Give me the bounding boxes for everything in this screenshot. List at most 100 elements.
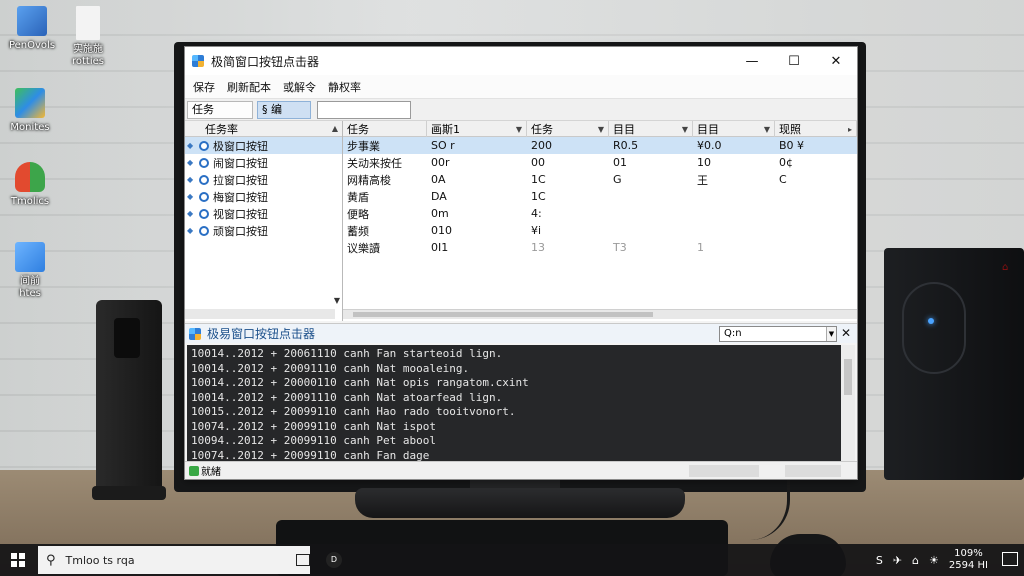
table-row[interactable]: 黄盾 DA 1C: [343, 188, 857, 205]
log-line: 10014..2012 + 20091110 canh Nat atoarfea…: [191, 390, 503, 404]
table-row[interactable]: 蓄频 010 ¥i: [343, 222, 857, 239]
log-panel-header: 极易窗口按钮点击器 Q:n ▼ ✕: [185, 323, 857, 343]
table-row[interactable]: 步事業 SO r 200 R0.5 ¥0.0 B0 ¥: [343, 137, 857, 154]
tree-item[interactable]: ◆ 梅窗口按钮: [185, 188, 342, 205]
horizontal-scrollbar[interactable]: [185, 309, 335, 319]
table-cell: [693, 222, 775, 239]
vertical-scrollbar[interactable]: [841, 345, 855, 461]
tree-item[interactable]: ◆ 顽窗口按钮: [185, 222, 342, 239]
log-line: 10074..2012 + 20099110 canh Nat ispot: [191, 419, 437, 433]
table-cell: 0¢: [779, 156, 793, 169]
menu-item[interactable]: 或解令: [281, 79, 326, 95]
table-cell: 0I1: [431, 241, 449, 254]
close-button[interactable]: ✕: [815, 47, 857, 75]
table-cell: 关动来按任: [347, 156, 402, 170]
task-view-icon[interactable]: [296, 554, 310, 566]
clock-line: 109%: [954, 548, 983, 559]
dropdown-icon[interactable]: ▼: [516, 125, 522, 134]
expand-arrow-icon[interactable]: ◆: [187, 158, 197, 167]
menu-item[interactable]: 刷新配本: [225, 79, 281, 95]
toolbar: 任务 § 编: [185, 99, 857, 121]
title-bar[interactable]: 极简窗口按钮点击器 — ☐ ✕: [185, 47, 857, 75]
log-search-input[interactable]: Q:n ▼: [719, 326, 837, 342]
dropdown-icon[interactable]: ▼: [682, 125, 688, 134]
clock[interactable]: 109% 2594 HI: [949, 548, 988, 572]
radio-icon: [199, 140, 209, 151]
desktop-icon[interactable]: Tmolics: [0, 162, 60, 208]
tray-icon[interactable]: S: [876, 554, 883, 567]
table-cell: SO r: [431, 139, 455, 152]
expand-arrow-icon[interactable]: ◆: [187, 209, 197, 218]
desktop-icon[interactable]: PenOvols: [2, 6, 62, 52]
desktop-icon-label: Tmolics: [10, 196, 50, 207]
dropdown-icon[interactable]: ▼: [826, 327, 836, 341]
column-header[interactable]: 任务: [343, 121, 427, 137]
column-header[interactable]: 现照 ▸: [775, 121, 857, 137]
column-header[interactable]: 任务 ▼: [527, 121, 609, 137]
tree-item-label: 梅窗口按钮: [213, 190, 268, 204]
desktop-icon[interactable]: 间前 htes: [0, 242, 60, 300]
expand-arrow-icon[interactable]: ◆: [187, 175, 197, 184]
column-header[interactable]: 目目 ▼: [609, 121, 693, 137]
log-line: 10094..2012 + 20099110 canh Pet abool: [191, 434, 437, 447]
start-button[interactable]: [0, 544, 36, 576]
horizontal-scrollbar[interactable]: [343, 309, 857, 319]
table-cell: 1C: [531, 190, 546, 203]
tree-item[interactable]: ◆ 拉窗口按钮: [185, 171, 342, 188]
scrollbar-thumb[interactable]: [353, 312, 653, 317]
column-header[interactable]: 目目 ▼: [693, 121, 775, 137]
table-row[interactable]: 便略 0m 4:: [343, 205, 857, 222]
expand-arrow-icon[interactable]: ◆: [187, 141, 197, 150]
search-text: Tmloo ts rqa: [65, 553, 135, 567]
table-row[interactable]: 网精高梭 0A 1C G 王 C: [343, 171, 857, 188]
desktop-icon[interactable]: 实施施 rotties: [58, 6, 118, 68]
scrollbar-thumb[interactable]: [844, 359, 852, 395]
dropdown-icon[interactable]: ▼: [764, 125, 770, 134]
grid-header: 任务 画斯1 ▼ 任务 ▼ 目目 ▼ 目目 ▼ 现照 ▸: [343, 121, 857, 137]
table-cell: 王: [697, 173, 708, 187]
app-logo-icon: [189, 327, 201, 340]
menu-item[interactable]: 静权率: [326, 79, 371, 95]
desktop-icon[interactable]: Monites: [0, 88, 60, 134]
column-header-label: 目目: [697, 123, 719, 136]
brightness-icon[interactable]: ☀: [929, 554, 939, 567]
network-icon[interactable]: ⌂: [912, 554, 919, 567]
sort-icon[interactable]: ▸: [848, 125, 852, 134]
expand-arrow-icon[interactable]: ◆: [187, 192, 197, 201]
minimize-button[interactable]: —: [731, 47, 773, 75]
tree-item-label: 拉窗口按钮: [213, 173, 268, 187]
notification-icon[interactable]: [1002, 552, 1018, 566]
tree-header[interactable]: 任务率 ▲: [185, 121, 342, 137]
table-cell: 蓄频: [347, 224, 369, 238]
expand-arrow-icon[interactable]: ◆: [187, 226, 197, 235]
tab-edit[interactable]: § 编: [257, 100, 311, 119]
table-cell: 4:: [531, 207, 542, 220]
windows-logo-icon: [11, 553, 25, 567]
table-row[interactable]: 关动来按任 00r 00 01 10 0¢: [343, 154, 857, 171]
maximize-button[interactable]: ☐: [773, 47, 815, 75]
menu-item[interactable]: 保存: [191, 79, 225, 95]
column-header[interactable]: 画斯1 ▼: [427, 121, 527, 137]
table-row[interactable]: 议樂讀 0I1 13 T3 1: [343, 239, 857, 256]
resize-grip[interactable]: [785, 465, 841, 477]
menu-bar: 保存 刷新配本 或解令 静权率: [185, 75, 857, 99]
taskbar: ⚲ Tmloo ts rqa D S ✈ ⌂ ☀ 109% 2594 HI: [0, 544, 1024, 576]
tree-item[interactable]: ◆ 闹窗口按钮: [185, 154, 342, 171]
toolbar-input[interactable]: [317, 100, 411, 119]
sort-up-icon[interactable]: ▲: [332, 124, 338, 133]
cortana-icon[interactable]: D: [326, 552, 342, 568]
taskbar-search[interactable]: ⚲ Tmloo ts rqa D: [38, 546, 342, 574]
dropdown-icon[interactable]: ▼: [598, 125, 604, 134]
tab-tasks[interactable]: 任务: [187, 100, 253, 119]
airplane-icon[interactable]: ✈: [893, 554, 902, 567]
log-console[interactable]: 10014..2012 + 20061110 canh Fan starteoi…: [187, 345, 841, 462]
monitor-stand-foot: [355, 488, 685, 518]
scroll-down-icon[interactable]: ▼: [334, 296, 340, 305]
tree-item[interactable]: ◆ 极窗口按钮: [185, 137, 342, 154]
table-cell: 10: [697, 156, 711, 169]
radio-icon: [199, 157, 209, 168]
log-close-button[interactable]: ✕: [841, 326, 851, 340]
table-cell: B0 ¥: [779, 139, 805, 152]
table-cell: 00: [531, 156, 545, 169]
tree-item[interactable]: ◆ 视窗口按钮: [185, 205, 342, 222]
